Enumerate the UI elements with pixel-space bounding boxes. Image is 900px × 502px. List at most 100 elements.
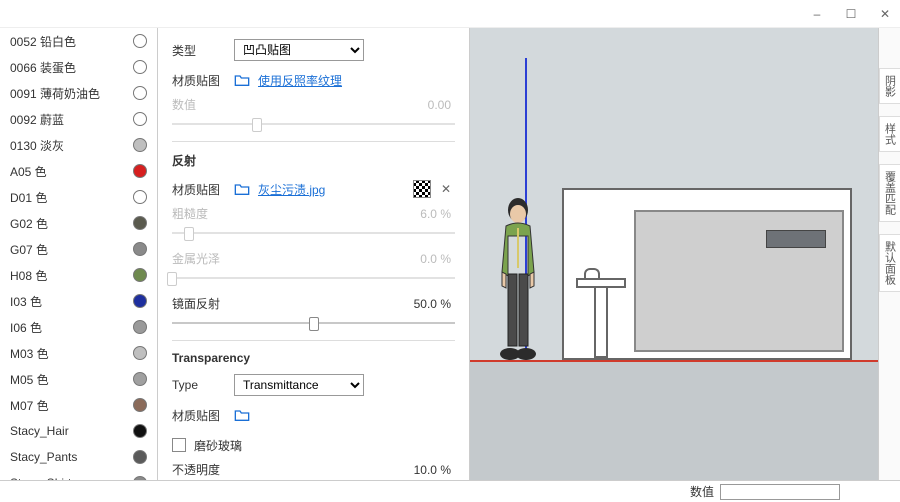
transparency-type-label: Type <box>172 378 234 392</box>
material-swatch <box>133 372 147 386</box>
material-name: M07 色 <box>10 397 49 414</box>
material-row[interactable]: G07 色 <box>0 236 157 262</box>
folder-icon[interactable] <box>234 408 250 422</box>
material-swatch <box>133 138 147 152</box>
bump-type-label: 类型 <box>172 42 234 59</box>
material-name: Stacy_Hair <box>10 424 69 438</box>
material-row[interactable]: 0091 薄荷奶油色 <box>0 80 157 106</box>
folder-icon[interactable] <box>234 73 250 87</box>
material-list[interactable]: 0052 铅白色 0066 装蛋色 0091 薄荷奶油色 0092 蔚蓝 0130 淡灰… <box>0 28 158 480</box>
frosted-glass-checkbox[interactable] <box>172 438 186 452</box>
material-name: Stacy_Pants <box>10 450 77 464</box>
material-name: D01 色 <box>10 189 47 206</box>
status-value-label: 数值 <box>690 483 714 500</box>
use-albedo-texture-link[interactable]: 使用反照率纹理 <box>258 72 342 89</box>
material-swatch <box>133 216 147 230</box>
roughness-value: 6.0 <box>420 207 437 221</box>
bump-type-select[interactable]: 凹凸贴图 <box>234 39 364 61</box>
material-swatch <box>133 34 147 48</box>
material-swatch <box>133 346 147 360</box>
clear-texture-button[interactable]: ✕ <box>437 182 455 196</box>
material-name: M05 色 <box>10 371 49 388</box>
room-geometry[interactable] <box>562 188 852 360</box>
material-swatch <box>133 424 147 438</box>
metalness-label: 金属光泽 <box>172 250 220 267</box>
material-name: M03 色 <box>10 345 49 362</box>
right-tab[interactable]: 阴影 <box>879 68 900 104</box>
material-row[interactable]: Stacy_Pants <box>0 444 157 470</box>
material-name: G07 色 <box>10 241 48 258</box>
material-row[interactable]: Stacy_Hair <box>0 418 157 444</box>
material-swatch <box>133 294 147 308</box>
opacity-label: 不透明度 <box>172 461 220 478</box>
bump-amount-value: 0.00 <box>428 98 451 112</box>
material-name: 0092 蔚蓝 <box>10 111 64 128</box>
transparency-section-title: Transparency <box>172 351 455 365</box>
material-row[interactable]: I06 色 <box>0 314 157 340</box>
material-name: 0130 淡灰 <box>10 137 64 154</box>
material-swatch <box>133 320 147 334</box>
specular-slider[interactable] <box>172 316 455 330</box>
material-row[interactable]: 0130 淡灰 <box>0 132 157 158</box>
material-swatch <box>133 268 147 282</box>
material-name: A05 色 <box>10 163 47 180</box>
material-row[interactable]: I03 色 <box>0 288 157 314</box>
metalness-value: 0.0 <box>420 252 437 266</box>
material-row[interactable]: 0092 蔚蓝 <box>0 106 157 132</box>
roughness-slider <box>172 226 455 240</box>
transparency-texture-label: 材质贴图 <box>172 407 234 424</box>
status-value-input[interactable] <box>720 484 840 500</box>
material-row[interactable]: H08 色 <box>0 262 157 288</box>
material-swatch <box>133 450 147 464</box>
material-swatch <box>133 60 147 74</box>
material-name: I06 色 <box>10 319 42 336</box>
material-row[interactable]: M05 色 <box>0 366 157 392</box>
metalness-slider <box>172 271 455 285</box>
specular-value: 50.0 <box>414 297 437 311</box>
bump-amount-label: 数值 <box>172 96 196 113</box>
window-minimize-button[interactable]: – <box>810 7 824 21</box>
material-swatch <box>133 112 147 126</box>
material-name: 0091 薄荷奶油色 <box>10 85 100 102</box>
material-swatch <box>133 86 147 100</box>
roughness-label: 粗糙度 <box>172 205 208 222</box>
material-swatch <box>133 242 147 256</box>
specular-label: 镜面反射 <box>172 295 220 312</box>
right-tab[interactable]: 样式 <box>879 116 900 152</box>
transparency-type-select[interactable]: Transmittance <box>234 374 364 396</box>
material-swatch <box>133 190 147 204</box>
opacity-value: 10.0 <box>414 463 437 477</box>
material-properties-panel: 类型 凹凸贴图 材质贴图 使用反照率纹理 数值 0.00 反射 材质贴图 <box>158 28 470 480</box>
material-name: H08 色 <box>10 267 47 284</box>
material-row[interactable]: 0052 铅白色 <box>0 28 157 54</box>
right-tab-strip: 阴影样式覆盖匹配默认面板 <box>878 28 900 480</box>
material-name: I03 色 <box>10 293 42 310</box>
scale-figure[interactable] <box>488 196 548 366</box>
frosted-glass-label: 磨砂玻璃 <box>194 437 242 454</box>
reflection-texture-label: 材质贴图 <box>172 181 234 198</box>
material-row[interactable]: Stacy_Shirt <box>0 470 157 480</box>
material-row[interactable]: A05 色 <box>0 158 157 184</box>
material-swatch <box>133 398 147 412</box>
reflection-section-title: 反射 <box>172 152 455 169</box>
material-row[interactable]: D01 色 <box>0 184 157 210</box>
material-name: G02 色 <box>10 215 48 232</box>
qr-icon[interactable] <box>413 180 431 198</box>
material-name: 0052 铅白色 <box>10 33 76 50</box>
reflection-texture-file-link[interactable]: 灰尘污渍.jpg <box>258 181 325 198</box>
material-row[interactable]: M07 色 <box>0 392 157 418</box>
bump-amount-slider <box>172 117 455 131</box>
material-row[interactable]: G02 色 <box>0 210 157 236</box>
bump-texture-label: 材质贴图 <box>172 72 234 89</box>
window-maximize-button[interactable]: ☐ <box>844 7 858 21</box>
right-tab[interactable]: 默认面板 <box>879 234 900 292</box>
material-name: 0066 装蛋色 <box>10 59 76 76</box>
material-row[interactable]: M03 色 <box>0 340 157 366</box>
viewport-3d[interactable] <box>470 28 878 480</box>
window-close-button[interactable]: ✕ <box>878 7 892 21</box>
folder-icon[interactable] <box>234 182 250 196</box>
status-bar: 数值 <box>0 480 900 502</box>
right-tab[interactable]: 覆盖匹配 <box>879 164 900 222</box>
material-row[interactable]: 0066 装蛋色 <box>0 54 157 80</box>
material-swatch <box>133 164 147 178</box>
